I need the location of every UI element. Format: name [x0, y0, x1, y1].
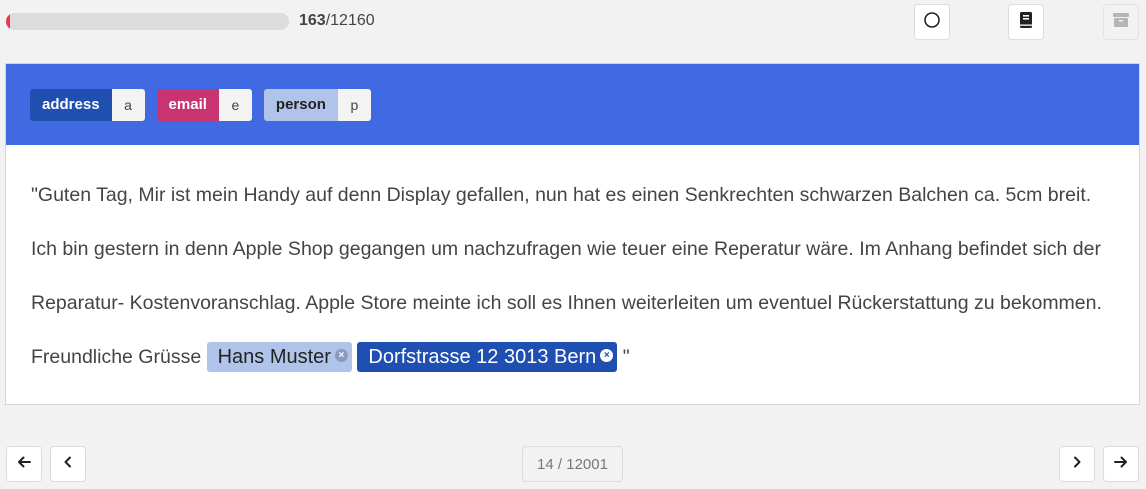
- entity-person[interactable]: Hans Muster ×: [206, 342, 352, 372]
- progress-text: 163/12160: [299, 12, 375, 30]
- label-person[interactable]: person p: [263, 88, 371, 121]
- remove-entity-icon[interactable]: ×: [334, 349, 348, 363]
- entity-text: Hans Muster: [217, 346, 331, 368]
- annotation-card: address a email e person p "Guten Tag, M…: [5, 63, 1140, 405]
- arrow-left-icon: [16, 454, 32, 475]
- last-page-button[interactable]: [1103, 446, 1139, 482]
- chevron-left-icon: [61, 455, 75, 474]
- arrow-right-icon: [1113, 454, 1129, 475]
- guidelines-button[interactable]: [1008, 4, 1044, 40]
- label-email[interactable]: email e: [156, 88, 252, 121]
- archive-icon: [1112, 12, 1130, 33]
- label-name: address: [30, 88, 112, 121]
- label-shortcut-key: a: [111, 88, 145, 121]
- remove-entity-icon[interactable]: ×: [600, 349, 614, 363]
- status-toggle-button[interactable]: [914, 4, 950, 40]
- progress-total: /12160: [325, 12, 375, 29]
- chevron-right-icon: [1070, 455, 1084, 474]
- circle-icon: [923, 11, 941, 34]
- page-indicator: 14 / 12001: [522, 446, 623, 482]
- next-button[interactable]: [1059, 446, 1095, 482]
- previous-button[interactable]: [50, 446, 86, 482]
- archive-button[interactable]: [1103, 4, 1139, 40]
- first-page-button[interactable]: [6, 446, 42, 482]
- label-address[interactable]: address a: [30, 88, 145, 121]
- text-segment: ": [617, 346, 630, 368]
- label-toolbar: address a email e person p: [6, 64, 1139, 145]
- label-name: email: [156, 88, 219, 121]
- text-segment: "Guten Tag, Mir ist mein Handy auf denn …: [31, 184, 1102, 368]
- label-shortcut-key: p: [337, 88, 371, 121]
- entity-address[interactable]: Dorfstrasse 12 3013 Bern ×: [357, 342, 618, 372]
- entity-text: Dorfstrasse 12 3013 Bern: [368, 346, 597, 368]
- label-name: person: [263, 88, 338, 121]
- progress-done: 163: [299, 12, 326, 29]
- progress-bar-fill: [6, 13, 10, 30]
- label-shortcut-key: e: [218, 88, 252, 121]
- progress-bar: [6, 13, 289, 30]
- document-text[interactable]: "Guten Tag, Mir ist mein Handy auf denn …: [6, 145, 1139, 384]
- book-icon: [1018, 11, 1034, 34]
